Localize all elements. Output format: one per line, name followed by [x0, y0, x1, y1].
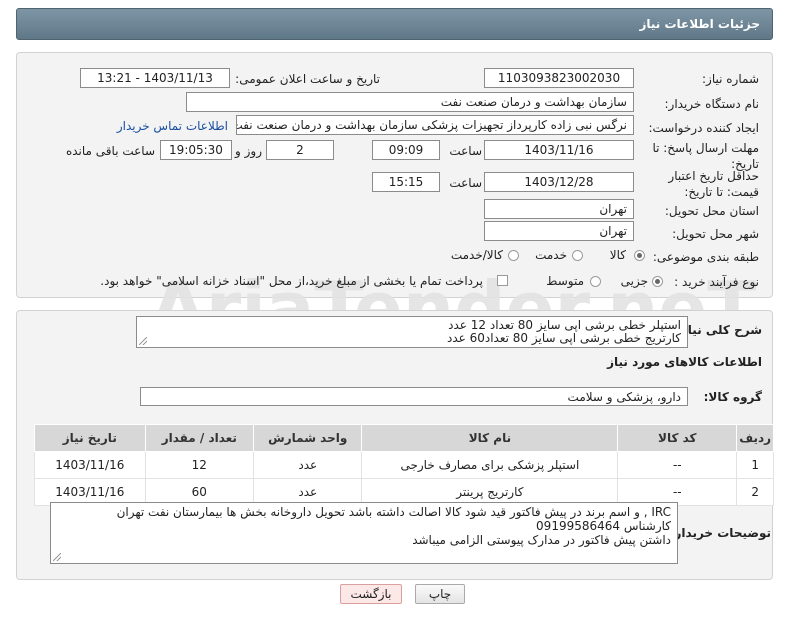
- cell-code: --: [617, 451, 738, 479]
- need-number-label: شماره نیاز:: [702, 72, 759, 86]
- column-header-date: تاریخ نیاز: [34, 424, 146, 452]
- buyer-notes-line-1: IRC , و اسم برند در پیش فاکتور قید شود ک…: [116, 505, 671, 519]
- creator-label: ایجاد کننده درخواست:: [648, 121, 759, 135]
- page-title: جزئیات اطلاعات نیاز: [639, 17, 760, 31]
- print-button[interactable]: چاپ: [415, 584, 465, 604]
- column-header-row: ردیف: [736, 424, 774, 452]
- cell-name: استپلر پزشکی برای مصارف خارجی: [361, 451, 619, 479]
- treasury-payment-note: پرداخت تمام یا بخشی از مبلغ خرید،از محل …: [100, 274, 483, 288]
- goods-table-header: ردیف کد کالا نام کالا واحد شمارش تعداد /…: [34, 424, 774, 452]
- resize-grip-icon[interactable]: [139, 337, 147, 345]
- category-radio-goods[interactable]: [634, 250, 645, 261]
- column-header-quantity: تعداد / مقدار: [144, 424, 255, 452]
- buyer-notes-line-2: کارشناس 09199586464: [536, 519, 671, 533]
- reply-time-label: ساعت: [449, 144, 482, 158]
- category-label: طبقه بندی موضوعی:: [652, 250, 759, 264]
- cell-row-number: 1: [736, 451, 774, 479]
- price-validity-label: حداقل تاریخ اعتبار قیمت: تا تاریخ:: [668, 169, 759, 199]
- price-validity-date-field: 1403/12/28: [484, 172, 634, 192]
- reply-time-field: 09:09: [372, 140, 440, 160]
- column-header-code: کد کالا: [617, 424, 738, 452]
- days-label: روز و: [235, 144, 262, 158]
- purchase-radio-minor[interactable]: [652, 276, 663, 287]
- buyer-field: سازمان بهداشت و درمان صنعت نفت: [186, 92, 634, 112]
- days-remaining-field: 2: [266, 140, 334, 160]
- purchase-radio-medium[interactable]: [590, 276, 601, 287]
- city-label: شهر محل تحویل:: [672, 227, 759, 241]
- column-header-unit: واحد شمارش: [253, 424, 363, 452]
- buyer-label: نام دستگاه خریدار:: [664, 97, 760, 111]
- need-number-field: 1103093823002030: [484, 68, 634, 88]
- category-radio-goods-service[interactable]: [508, 250, 519, 261]
- reply-date-field: 1403/11/16: [484, 140, 634, 160]
- time-remaining-field: 19:05:30: [160, 140, 232, 160]
- column-header-name: نام کالا: [361, 424, 619, 452]
- announce-label: تاریخ و ساعت اعلان عمومی:: [235, 72, 380, 86]
- announce-field: 1403/11/13 - 13:21: [80, 68, 230, 88]
- purchase-type-label: نوع فرآیند خرید :: [674, 275, 759, 289]
- back-button[interactable]: بازگشت: [340, 584, 402, 604]
- province-field: تهران: [484, 199, 634, 219]
- buyer-contact-link[interactable]: اطلاعات تماس خریدار: [117, 119, 228, 133]
- province-label: استان محل تحویل:: [664, 204, 759, 218]
- buyer-notes-label: توضیحات خریدار:: [669, 526, 771, 540]
- cell-quantity: 12: [144, 451, 255, 479]
- goods-table: ردیف کد کالا نام کالا واحد شمارش تعداد /…: [34, 424, 774, 506]
- creator-field: نرگس نبی زاده کارپرداز تجهیزات پزشکی ساز…: [236, 115, 634, 135]
- goods-group-label: گروه کالا:: [703, 390, 762, 404]
- price-validity-time-field: 15:15: [372, 172, 440, 192]
- table-row: 1 -- استپلر پزشکی برای مصارف خارجی عدد 1…: [34, 451, 774, 479]
- buyer-notes-line-3: داشتن پیش فاکتور در مدارک پیوستی الزامی …: [412, 533, 671, 547]
- treasury-payment-checkbox[interactable]: [497, 275, 508, 286]
- goods-info-title: اطلاعات کالاهای مورد نیاز: [607, 355, 762, 369]
- cell-unit: عدد: [253, 451, 363, 479]
- purchase-option-medium: متوسط: [546, 274, 584, 288]
- description-line-2: کارتریج خطی برشی اپی سایز 80 تعداد60 عدد: [446, 331, 681, 345]
- category-option-goods: کالا: [609, 248, 626, 262]
- page-header: جزئیات اطلاعات نیاز: [16, 8, 773, 40]
- resize-grip-icon[interactable]: [53, 553, 61, 561]
- category-option-goods-service: کالا/خدمت: [450, 248, 503, 262]
- price-validity-time-label: ساعت: [449, 176, 482, 190]
- cell-date: 1403/11/16: [34, 451, 146, 479]
- time-remaining-label: ساعت باقی مانده: [65, 144, 155, 158]
- description-label: شرح کلی نیاز:: [676, 323, 762, 337]
- category-option-service: خدمت: [535, 248, 567, 262]
- cell-row-number: 2: [736, 478, 774, 506]
- purchase-option-minor: جزیی: [620, 274, 648, 288]
- buyer-notes-textarea[interactable]: IRC , و اسم برند در پیش فاکتور قید شود ک…: [50, 502, 678, 564]
- description-textarea[interactable]: استپلر خطی برشی اپی سایز 80 تعداد 12 عدد…: [136, 316, 688, 348]
- city-field: تهران: [484, 221, 634, 241]
- category-radio-service[interactable]: [572, 250, 583, 261]
- goods-group-field: دارو، پزشکی و سلامت: [140, 387, 688, 406]
